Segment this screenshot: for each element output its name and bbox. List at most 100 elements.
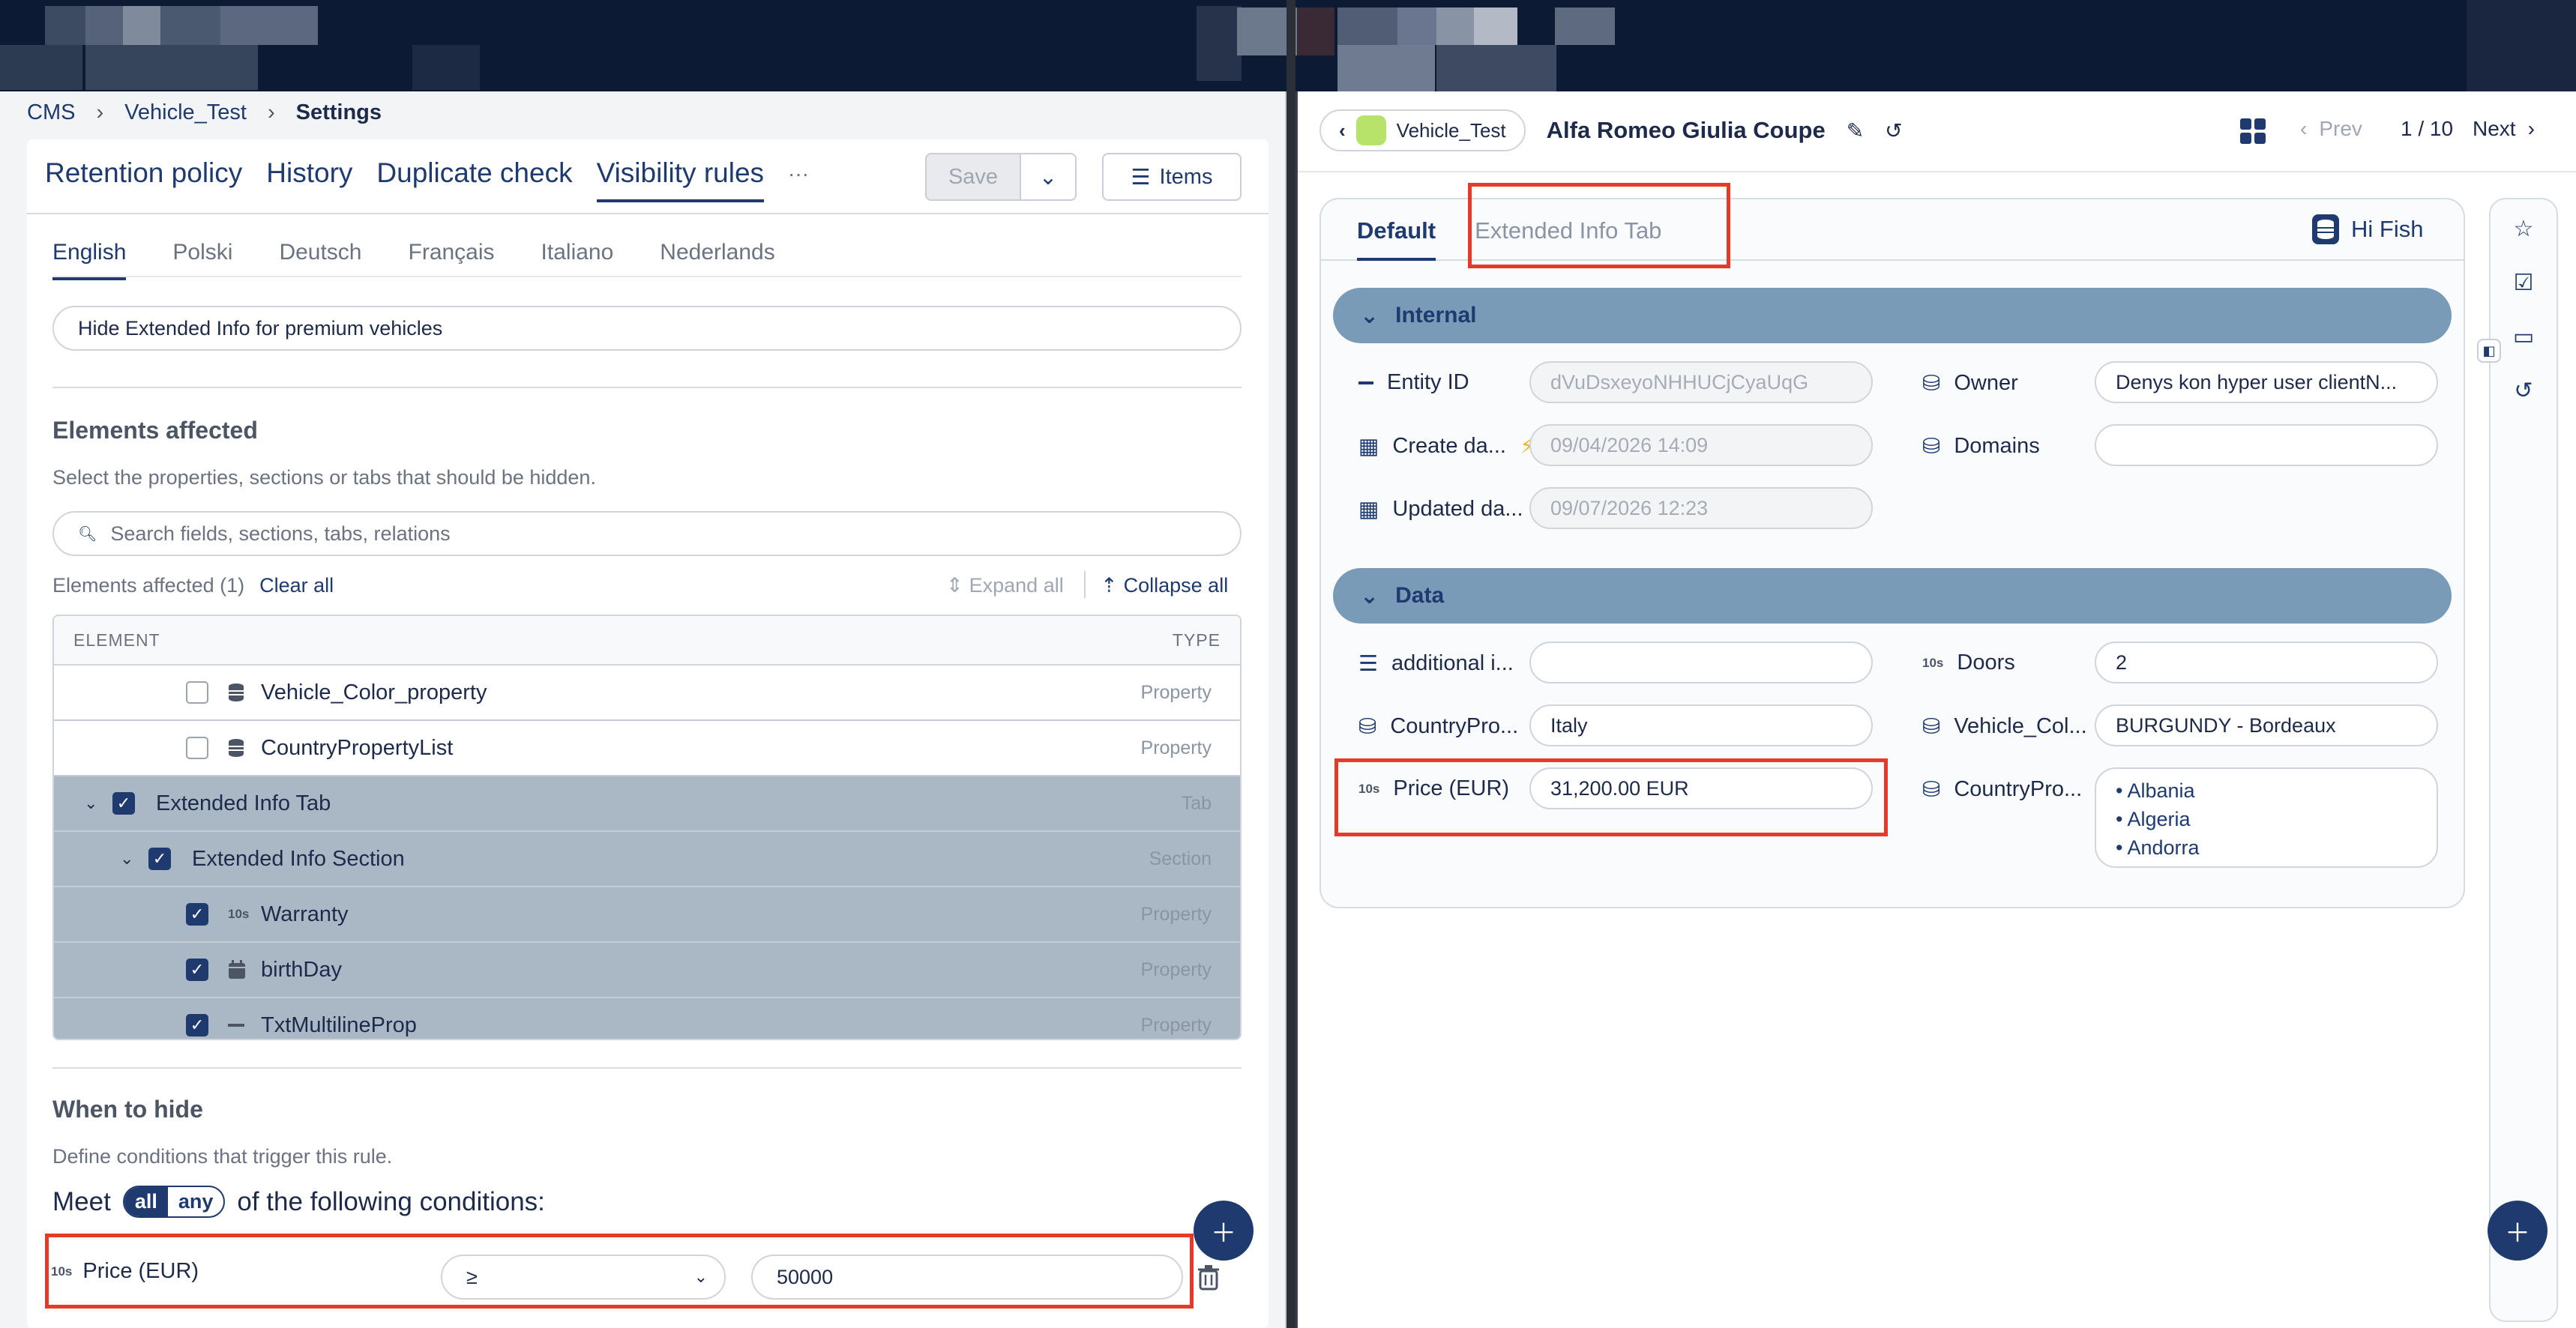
countries-field[interactable]: • Albania • Algeria • Andorra: [2095, 767, 2438, 868]
trash-icon[interactable]: [1198, 1265, 1219, 1291]
when-to-hide-description: Define conditions that trigger this rule…: [52, 1145, 393, 1168]
more-tabs-button[interactable]: ···: [788, 157, 809, 202]
meet-any-option[interactable]: any: [168, 1187, 224, 1216]
row-type: Section: [1149, 848, 1212, 869]
table-row[interactable]: CountryPropertyList Property: [54, 721, 1240, 776]
countrypro-field[interactable]: Italy: [1529, 704, 1873, 746]
table-row[interactable]: ⌄ ✓ Extended Info Tab Tab: [54, 776, 1240, 832]
meet-all-option[interactable]: all: [124, 1187, 168, 1216]
row-type: Property: [1140, 681, 1212, 703]
chevron-down-icon[interactable]: ⌄: [84, 794, 97, 813]
row-checkbox[interactable]: ✓: [186, 959, 208, 981]
save-button[interactable]: Save: [925, 153, 1021, 201]
tab-nederlands[interactable]: Nederlands: [660, 240, 774, 280]
collapse-icon: ⇡: [1101, 574, 1118, 597]
save-dropdown-button[interactable]: ⌄: [1020, 153, 1077, 201]
entity-chip[interactable]: ‹ Vehicle_Test: [1319, 109, 1526, 151]
tab-history[interactable]: History: [266, 157, 352, 202]
row-checkbox[interactable]: [186, 737, 208, 759]
entity-id-label-text: Entity ID: [1387, 370, 1469, 394]
updated-date-field[interactable]: 09/07/2026 12:23: [1529, 487, 1873, 529]
prev-button[interactable]: ‹ Prev: [2300, 117, 2362, 141]
next-button[interactable]: Next ›: [2473, 117, 2535, 141]
row-checkbox[interactable]: ✓: [148, 848, 171, 870]
header-divider: [1298, 171, 2576, 172]
collapse-all-button[interactable]: ⇡ Collapse all: [1101, 574, 1228, 597]
row-checkbox[interactable]: [186, 681, 208, 704]
database-icon: ⛁: [1922, 435, 1941, 459]
blurred-block: [1397, 7, 1436, 45]
grid-view-icon[interactable]: [2240, 118, 2266, 144]
countrypro-label-text: CountryPro...: [1390, 714, 1519, 738]
data-section-title: Data: [1395, 583, 1445, 608]
entity-id-field[interactable]: dVuDsxeyoNHHUCjCyaUqG: [1529, 361, 1873, 403]
comment-icon[interactable]: ▭: [2509, 324, 2539, 350]
table-row[interactable]: ✓ 10s Warranty Property: [54, 887, 1240, 943]
items-button[interactable]: ☰ Items: [1102, 153, 1242, 201]
row-checkbox[interactable]: ✓: [112, 792, 135, 815]
additional-label-text: additional i...: [1391, 651, 1514, 675]
list-item: • Albania: [2116, 779, 2195, 802]
tab-retention-policy[interactable]: Retention policy: [45, 157, 242, 202]
create-date-field[interactable]: 09/04/2026 14:09: [1529, 424, 1873, 466]
row-label: Extended Info Tab: [156, 791, 331, 815]
tab-visibility-rules[interactable]: Visibility rules: [596, 157, 765, 202]
owner-field[interactable]: Denys kon hyper user clientN...: [2095, 361, 2438, 403]
add-condition-fab[interactable]: ＋: [1194, 1201, 1254, 1261]
blurred-block: [1197, 6, 1242, 81]
breadcrumb-cms[interactable]: CMS: [27, 100, 75, 125]
additional-field[interactable]: [1529, 642, 1873, 683]
split-divider[interactable]: [1287, 0, 1295, 1328]
user-tab[interactable]: Hi Fish: [2312, 214, 2423, 244]
history-icon[interactable]: ↺: [1885, 118, 1902, 143]
table-row[interactable]: Vehicle_Color_property Property: [54, 665, 1240, 721]
vehicle-color-label-text: Vehicle_Col...: [1954, 714, 2087, 738]
number-icon: 10s: [228, 907, 250, 921]
vehicle-color-field[interactable]: BURGUNDY - Bordeaux: [2095, 704, 2438, 746]
meet-suffix: of the following conditions:: [237, 1186, 545, 1216]
breadcrumb-entity[interactable]: Vehicle_Test: [124, 100, 247, 125]
clear-all-link[interactable]: Clear all: [259, 574, 334, 597]
add-note-fab[interactable]: ＋: [2488, 1201, 2548, 1261]
table-row[interactable]: ⌄ ✓ Extended Info Section Section: [54, 832, 1240, 887]
tab-polski[interactable]: Polski: [172, 240, 232, 280]
chevron-down-icon[interactable]: ⌄: [120, 849, 133, 869]
edit-icon[interactable]: ✎: [1847, 118, 1864, 143]
domains-field[interactable]: [2095, 424, 2438, 466]
create-date-label: ▦ Create da... ⚡: [1358, 433, 1535, 459]
database-icon: ⛁: [1922, 372, 1941, 396]
table-row[interactable]: ✓ birthDay Property: [54, 943, 1240, 998]
tab-default[interactable]: Default: [1357, 217, 1436, 261]
tab-duplicate-check[interactable]: Duplicate check: [376, 157, 572, 202]
row-type: Property: [1140, 903, 1212, 925]
entity-chip-label: Vehicle_Test: [1396, 118, 1506, 142]
history-icon[interactable]: ↺: [2509, 378, 2539, 404]
rule-name-input[interactable]: Hide Extended Info for premium vehicles: [52, 306, 1242, 351]
blurred-block: [1555, 7, 1615, 45]
column-type: TYPE: [1172, 630, 1221, 650]
expand-all-button[interactable]: ⇕ Expand all: [946, 574, 1064, 597]
blurred-block: [220, 6, 318, 45]
row-checkbox[interactable]: ✓: [186, 1014, 208, 1036]
table-row[interactable]: ✓ TxtMultilineProp Property: [54, 998, 1240, 1039]
chevron-down-icon: ⌄: [1360, 583, 1379, 609]
list-item: • Algeria: [2116, 808, 2191, 830]
doors-field[interactable]: 2: [2095, 642, 2438, 683]
data-section-header[interactable]: ⌄ Data: [1333, 568, 2452, 624]
internal-section-header[interactable]: ⌄ Internal: [1333, 288, 2452, 343]
row-checkbox[interactable]: ✓: [186, 903, 208, 926]
text-icon: [228, 1024, 244, 1027]
row-label: TxtMultilineProp: [261, 1012, 417, 1037]
doors-label: 10s Doors: [1922, 651, 2015, 675]
tab-francais[interactable]: Français: [409, 240, 495, 280]
tab-english[interactable]: English: [52, 240, 127, 280]
checklist-icon[interactable]: ☑: [2509, 270, 2539, 296]
blurred-block: [2467, 0, 2576, 91]
meet-toggle[interactable]: all any: [122, 1186, 226, 1218]
tab-deutsch[interactable]: Deutsch: [279, 240, 361, 280]
element-search-input[interactable]: 🔍︎ Search fields, sections, tabs, relati…: [52, 511, 1242, 556]
star-icon[interactable]: ☆: [2509, 216, 2539, 242]
collapse-panel-icon[interactable]: ◧: [2477, 339, 2501, 363]
tab-italiano[interactable]: Italiano: [541, 240, 614, 280]
country-item: Albania: [2127, 779, 2195, 802]
